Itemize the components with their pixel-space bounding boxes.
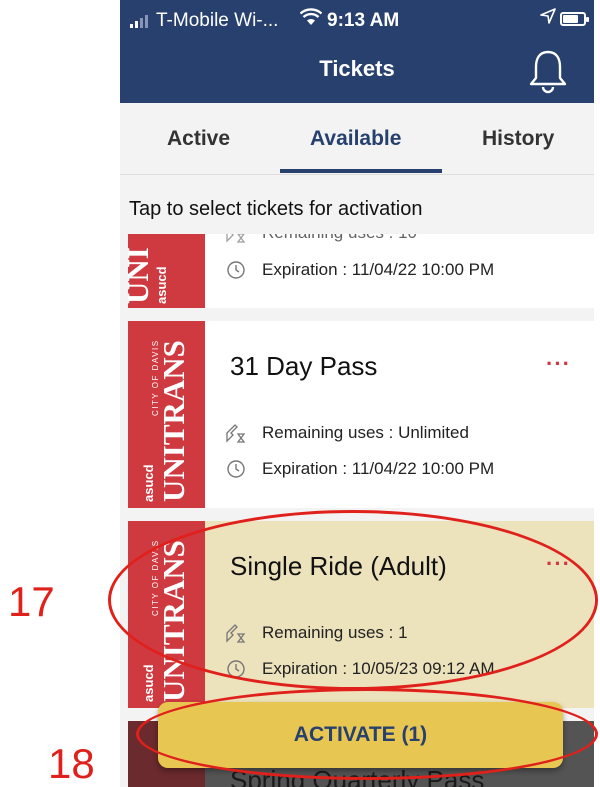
status-bar: T-Mobile Wi-... 9:13 AM	[120, 8, 594, 34]
tab-bar: Active Available History	[120, 103, 594, 175]
location-arrow-icon	[540, 8, 556, 29]
svg-text:UNITRANS: UNITRANS	[156, 340, 191, 502]
more-options-icon[interactable]: ···	[546, 351, 571, 377]
ticket-title: 31 Day Pass	[230, 351, 378, 381]
signal-icon	[130, 12, 148, 28]
instruction-text: Tap to select tickets for activation	[129, 198, 423, 220]
tab-history[interactable]: History	[482, 127, 554, 151]
clock: 9:13 AM	[327, 10, 400, 31]
tab-active[interactable]: Active	[167, 127, 230, 151]
ticket-card[interactable]: UNI asucd Remaining uses : 10 Expiration…	[128, 234, 594, 308]
asucd-text: asucd	[141, 464, 156, 502]
clock-icon	[224, 258, 248, 282]
svg-text:asucd: asucd	[154, 266, 169, 304]
unitrans-logo: UNI asucd	[128, 234, 205, 308]
svg-text:asucd: asucd	[141, 664, 156, 702]
ticket-hourglass-icon	[224, 234, 248, 245]
expiration-text: Expiration : 11/04/22 10:00 PM	[262, 260, 495, 279]
remaining-uses-text: Remaining uses : Unlimited	[262, 423, 469, 442]
remaining-uses-text: Remaining uses : 10	[262, 234, 417, 243]
expiration-row: Expiration : 11/04/22 10:00 PM	[224, 258, 494, 282]
battery-icon	[560, 12, 589, 26]
expiration-row: Expiration : 11/04/22 10:00 PM	[224, 457, 494, 481]
annotation-label-18: 18	[48, 740, 95, 787]
wifi-icon	[299, 8, 323, 31]
unitrans-logo: UNITRANS asucd CITY OF DAVIS	[128, 321, 205, 508]
carrier-name: T-Mobile Wi-...	[156, 10, 279, 31]
clock-icon	[224, 457, 248, 481]
remaining-uses-row: Remaining uses : Unlimited	[224, 421, 469, 445]
expiration-text: Expiration : 11/04/22 10:00 PM	[262, 459, 495, 478]
annotation-label-17: 17	[8, 578, 55, 625]
svg-text:CITY OF DAVIS: CITY OF DAVIS	[151, 339, 160, 416]
tab-available[interactable]: Available	[310, 127, 401, 151]
ticket-card[interactable]: UNITRANS asucd CITY OF DAVIS 31 Day Pass…	[128, 321, 594, 508]
remaining-uses-row: Remaining uses : 10	[224, 234, 417, 245]
page-title: Tickets	[319, 56, 395, 81]
top-bar: T-Mobile Wi-... 9:13 AM Tickets	[120, 0, 594, 103]
selected-tab-indicator	[280, 169, 442, 173]
ticket-hourglass-icon	[224, 421, 248, 445]
svg-text:UNI: UNI	[128, 247, 155, 304]
annotation-ellipse-activate-button	[136, 688, 598, 780]
annotation-ellipse-selected-ticket	[108, 510, 598, 690]
bell-icon[interactable]	[528, 48, 568, 94]
